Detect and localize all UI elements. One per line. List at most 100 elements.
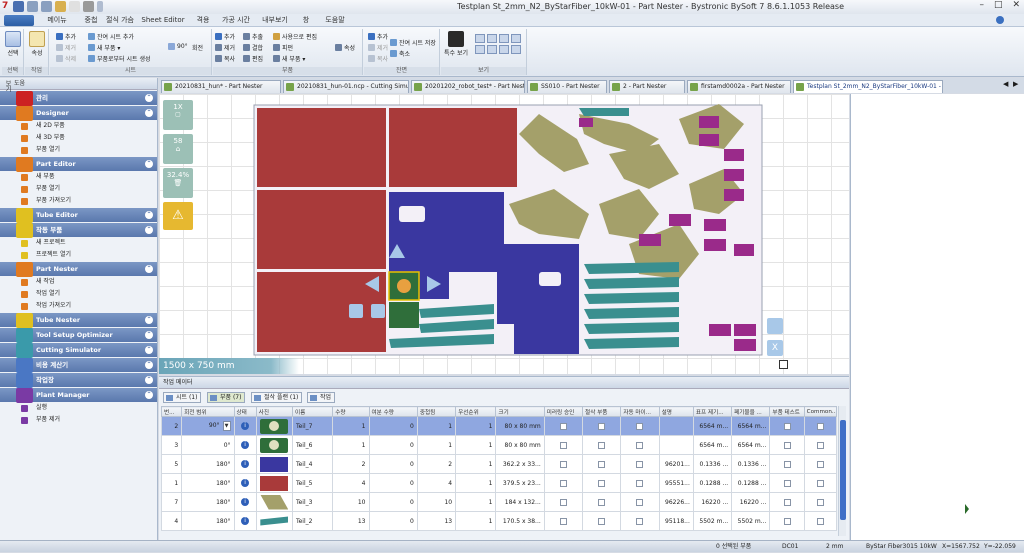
extract-button[interactable]: 추출	[243, 32, 263, 41]
sheet-delete-button[interactable]: 삭제	[56, 54, 76, 63]
rotate-90-button[interactable]: 90°	[168, 43, 188, 50]
nav-item[interactable]: 부품 열기	[0, 183, 157, 195]
common-checkbox[interactable]	[816, 479, 824, 487]
part-add-button[interactable]: 추가	[215, 32, 235, 41]
doc-tab-6[interactable]: Testplan St_2mm_N2_ByStarFiber_10kW-01 -	[793, 80, 943, 93]
part-count-button[interactable]: 58 ⌂	[163, 134, 193, 164]
info-icon[interactable]: i	[241, 498, 250, 506]
auto-checkbox[interactable]	[636, 460, 644, 468]
column-header[interactable]: 우선순위	[455, 406, 497, 417]
zoom-window-icon[interactable]	[511, 34, 521, 43]
column-header[interactable]: 회전 범위	[181, 406, 235, 417]
info-icon[interactable]: i	[241, 479, 250, 487]
part-teil-1[interactable]	[734, 339, 756, 351]
pipe-button[interactable]: 피펀	[273, 43, 293, 52]
shrink-button[interactable]: 축소	[390, 49, 410, 58]
menu-item-0[interactable]: 메이뉴	[40, 15, 74, 26]
rotation-dropdown-icon[interactable]: ▼	[222, 421, 231, 431]
cell-priority[interactable]: 1	[455, 473, 497, 493]
auto-checkbox[interactable]	[636, 498, 644, 506]
cell-extra[interactable]: 0	[368, 454, 418, 474]
mirror-checkbox[interactable]	[559, 517, 567, 525]
collapse-icon[interactable]: ⌃	[145, 109, 153, 117]
nav-item[interactable]: 부품 가져오기	[0, 195, 157, 207]
common-checkbox[interactable]	[816, 460, 824, 468]
part-attributes-button[interactable]: 속성	[335, 43, 355, 52]
tab-scroll-left-icon[interactable]: ◀	[1003, 80, 1008, 88]
cell-quantity[interactable]: 4	[332, 473, 370, 493]
combine-button[interactable]: 결합	[243, 43, 263, 52]
mirror-checkbox[interactable]	[559, 441, 567, 449]
collapse-icon[interactable]: ⌃	[145, 391, 153, 399]
cell-priority[interactable]: 1	[455, 454, 497, 474]
table-row[interactable]: 4 180° i Teil_2 13 0 13 1 170.5 x 38... 95118... 5…	[160, 511, 838, 531]
job-tab-0[interactable]: 시트 (1)	[163, 392, 202, 403]
cut-part-checkbox[interactable]	[598, 517, 606, 525]
part-teil-1[interactable]	[734, 244, 754, 256]
nav-item[interactable]: 새 2D 부품	[0, 120, 157, 132]
cut-part-checkbox[interactable]	[598, 441, 606, 449]
mirror-checkbox[interactable]	[559, 498, 567, 506]
part-teil-1[interactable]	[709, 324, 731, 336]
section-5[interactable]: Part Nester ⌃	[0, 262, 157, 277]
part-teil-2[interactable]	[584, 307, 679, 319]
sheet-from-part-button[interactable]: 부품로부터 시트 생성	[88, 54, 151, 63]
attributes-button[interactable]: 속성	[27, 31, 47, 57]
doc-tab-0[interactable]: 20210831_hun* - Part Nester	[161, 80, 281, 93]
sheet-drawing[interactable]	[159, 94, 849, 374]
fullscreen-icon[interactable]	[767, 318, 783, 334]
nav-item[interactable]: 부품 열기	[0, 144, 157, 156]
common-checkbox[interactable]	[816, 441, 824, 449]
cell-priority[interactable]: 1	[455, 416, 497, 436]
collapse-icon[interactable]: ⌃	[145, 265, 153, 273]
section-6[interactable]: Tube Nester ⌃	[0, 313, 157, 328]
nav-item[interactable]: 부품 제거	[0, 414, 157, 426]
section-1[interactable]: Designer ⌃	[0, 106, 157, 121]
column-header[interactable]: 절삭 부품	[582, 406, 622, 417]
collapse-icon[interactable]: ⌃	[145, 211, 153, 219]
part-teil-1[interactable]	[699, 134, 719, 146]
nav-item[interactable]: 프로젝트 열기	[0, 249, 157, 261]
section-10[interactable]: 작업장 ⌃	[0, 373, 157, 388]
column-header[interactable]: 번...	[160, 406, 183, 417]
close-icon[interactable]: ✕	[1012, 0, 1020, 10]
nav-item[interactable]: 새 3D 부품	[0, 132, 157, 144]
mirror-icon[interactable]	[371, 304, 385, 318]
common-checkbox[interactable]	[816, 498, 824, 506]
part-teil-1[interactable]	[699, 116, 719, 128]
column-header[interactable]: 상태	[233, 406, 257, 417]
part-teil-1[interactable]	[704, 239, 726, 251]
info-icon[interactable]: i	[241, 517, 250, 525]
remnant-copy-button[interactable]: 복사	[368, 54, 388, 63]
part-teil-2[interactable]	[584, 262, 679, 274]
cell-quantity[interactable]: 10	[332, 492, 370, 512]
new-part-button[interactable]: 새 부품 ▾	[88, 43, 120, 52]
edit-button[interactable]: 편집	[243, 54, 263, 63]
column-header[interactable]: 이름	[291, 406, 334, 417]
doc-tab-2[interactable]: 20201202_robot_test* - Part Nester	[411, 80, 525, 93]
mirror-checkbox[interactable]	[559, 479, 567, 487]
common-checkbox[interactable]	[816, 517, 824, 525]
add-remnant-sheet-button[interactable]: 잔여 시트 추가	[88, 32, 134, 41]
table-row[interactable]: 1 180° i Teil_5 4 0 4 1 379.5 x 23... 95551... 0.1…	[160, 473, 838, 493]
collapse-icon[interactable]: ⌃	[145, 160, 153, 168]
zoom-out-icon[interactable]	[487, 34, 497, 43]
auto-checkbox[interactable]	[636, 422, 644, 430]
maximize-icon[interactable]: □	[994, 0, 1003, 10]
cell-quantity[interactable]: 1	[332, 416, 370, 436]
test-checkbox[interactable]	[783, 498, 791, 506]
cell-quantity[interactable]: 1	[332, 435, 370, 455]
canvas-checkbox[interactable]	[779, 360, 788, 369]
special-view-button[interactable]: 특수 보기	[443, 31, 469, 57]
new-part-dropdown[interactable]: 새 부품 ▾	[273, 54, 305, 63]
part-teil-1[interactable]	[724, 169, 744, 181]
column-header[interactable]: 사진	[255, 406, 293, 417]
section-8[interactable]: Cutting Simulator ⌃	[0, 343, 157, 358]
part-teil-5[interactable]	[389, 108, 517, 187]
test-checkbox[interactable]	[783, 460, 791, 468]
warning-button[interactable]: ⚠	[163, 202, 193, 230]
nav-item[interactable]: 새 부품	[0, 171, 157, 183]
section-9[interactable]: 비용 계산기 ⌃	[0, 358, 157, 373]
cell-extra[interactable]: 0	[368, 511, 418, 531]
mirror-checkbox[interactable]	[559, 460, 567, 468]
